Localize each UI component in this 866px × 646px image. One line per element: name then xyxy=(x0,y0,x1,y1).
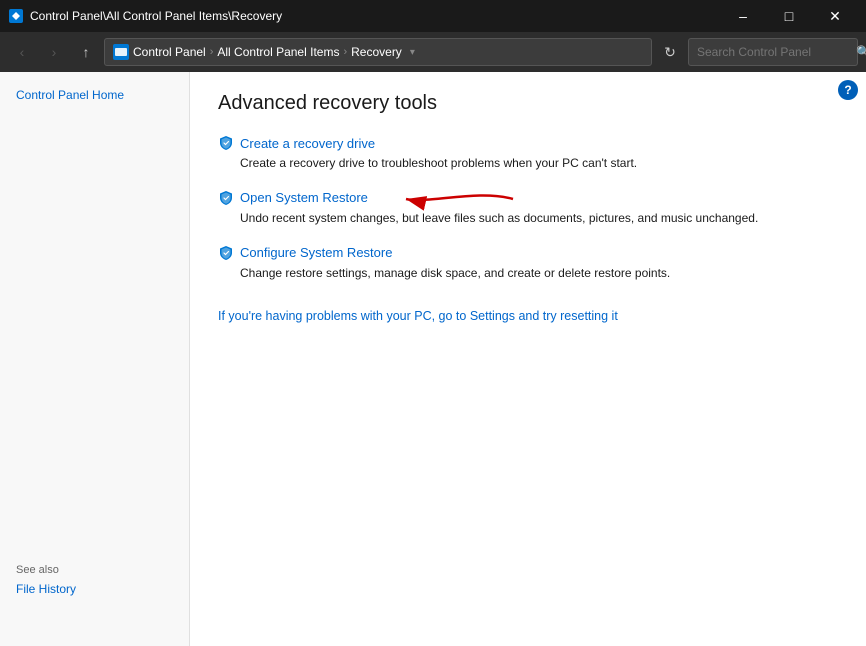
minimize-button[interactable]: – xyxy=(720,0,766,32)
path-sep2: › xyxy=(343,46,347,58)
recovery-item-2: Open System Restore Undo recent system c… xyxy=(218,190,838,227)
close-button[interactable]: ✕ xyxy=(812,0,858,32)
address-path[interactable]: Control Panel › All Control Panel Items … xyxy=(104,38,652,66)
search-input[interactable] xyxy=(697,45,852,59)
path-sep1: › xyxy=(210,46,214,58)
back-button[interactable]: ‹ xyxy=(8,38,36,66)
maximize-button[interactable]: □ xyxy=(766,0,812,32)
path-dropdown-button[interactable]: ▾ xyxy=(410,47,415,58)
search-box[interactable]: 🔍 xyxy=(688,38,858,66)
address-bar: ‹ › ↑ Control Panel › All Control Panel … xyxy=(0,32,866,72)
search-icon: 🔍 xyxy=(856,45,866,59)
path-icon xyxy=(113,44,129,60)
title-bar: Control Panel\All Control Panel Items\Re… xyxy=(0,0,866,32)
recovery-item-1: Create a recovery drive Create a recover… xyxy=(218,135,838,172)
main-area: Control Panel Home See also File History… xyxy=(0,72,866,646)
path-part2: All Control Panel Items xyxy=(217,45,339,59)
open-system-restore-link[interactable]: Open System Restore xyxy=(218,190,838,206)
sidebar-item-home[interactable]: Control Panel Home xyxy=(0,84,189,106)
refresh-button[interactable]: ↻ xyxy=(656,38,684,66)
shield-icon-2 xyxy=(218,190,234,206)
window-controls: – □ ✕ xyxy=(720,0,858,32)
help-button[interactable]: ? xyxy=(838,80,858,100)
window-icon xyxy=(8,8,24,24)
see-also-section: See also File History xyxy=(0,556,190,606)
reset-settings-link[interactable]: If you're having problems with your PC, … xyxy=(218,309,618,323)
file-history-link[interactable]: File History xyxy=(16,582,76,596)
configure-system-restore-label: Configure System Restore xyxy=(240,245,392,260)
shield-icon-1 xyxy=(218,135,234,151)
configure-system-restore-desc: Change restore settings, manage disk spa… xyxy=(240,265,838,282)
sidebar: Control Panel Home See also File History xyxy=(0,72,190,646)
create-recovery-drive-desc: Create a recovery drive to troubleshoot … xyxy=(240,155,838,172)
open-system-restore-desc: Undo recent system changes, but leave fi… xyxy=(240,210,838,227)
forward-button[interactable]: › xyxy=(40,38,68,66)
page-title: Advanced recovery tools xyxy=(218,92,838,115)
recovery-item-3: Configure System Restore Change restore … xyxy=(218,245,838,282)
path-part3: Recovery xyxy=(351,45,402,59)
create-recovery-drive-link[interactable]: Create a recovery drive xyxy=(218,135,838,151)
up-button[interactable]: ↑ xyxy=(72,38,100,66)
configure-system-restore-link[interactable]: Configure System Restore xyxy=(218,245,838,261)
see-also-label: See also xyxy=(16,564,174,576)
content-area: ? Advanced recovery tools Create a recov… xyxy=(190,72,866,646)
create-recovery-drive-label: Create a recovery drive xyxy=(240,136,375,151)
sidebar-nav: Control Panel Home xyxy=(0,72,189,118)
path-part1: Control Panel xyxy=(133,45,206,59)
open-system-restore-label: Open System Restore xyxy=(240,190,368,205)
window-title: Control Panel\All Control Panel Items\Re… xyxy=(30,9,720,23)
shield-icon-3 xyxy=(218,245,234,261)
